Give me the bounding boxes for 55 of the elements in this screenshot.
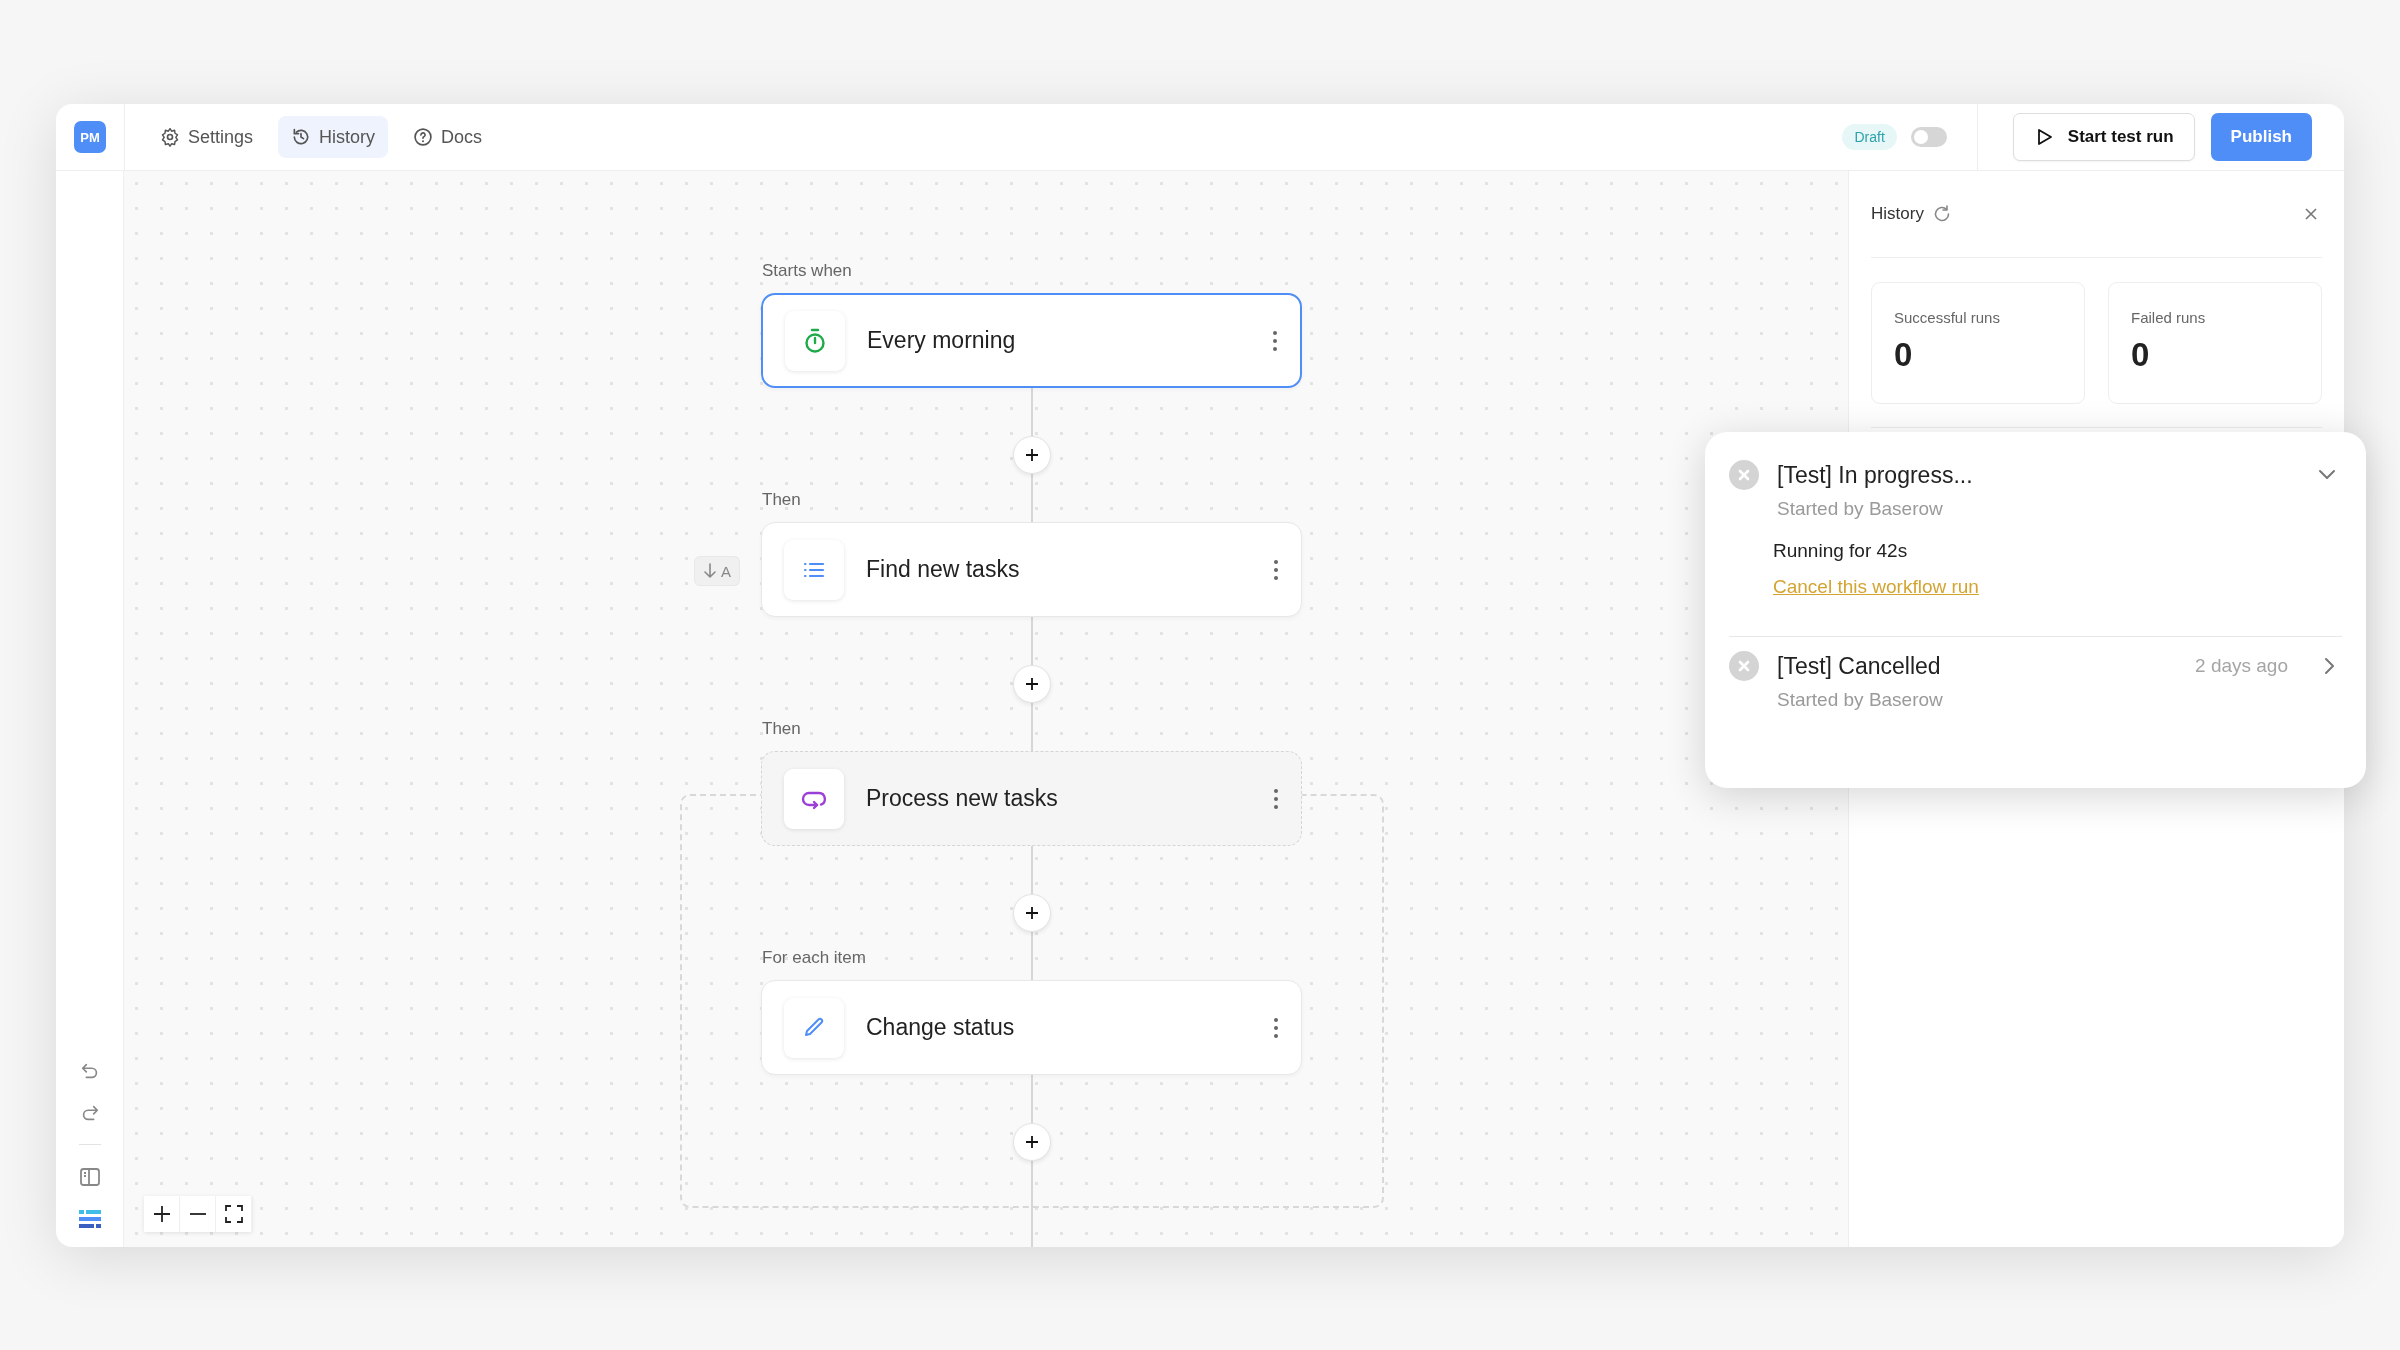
node-title: Every morning — [867, 327, 1017, 354]
help-icon — [413, 127, 434, 147]
nav-tab[interactable]: History — [278, 116, 389, 158]
stat-value: 0 — [2131, 336, 2151, 374]
step-label: Then — [762, 490, 801, 510]
more-options-icon — [1273, 1015, 1279, 1040]
more-options-icon — [1272, 328, 1278, 353]
fit-view-icon[interactable] — [216, 1196, 252, 1232]
run-author: Started by Baserow — [1777, 689, 1944, 711]
plus-icon — [1024, 1134, 1040, 1150]
node-title: Process new tasks — [866, 785, 1059, 812]
data-source-icon[interactable] — [78, 1209, 101, 1229]
draft-badge: Draft — [1842, 124, 1897, 150]
step-label: Starts when — [762, 261, 852, 281]
more-options-icon — [1273, 557, 1279, 582]
close-icon[interactable] — [2304, 207, 2318, 221]
workflow-node[interactable]: Find new tasks — [761, 522, 1302, 617]
nav-tab[interactable]: Settings — [147, 116, 267, 158]
plus-icon — [1024, 905, 1040, 921]
panel-title: History — [1871, 204, 1924, 224]
cancelled-status-icon — [1729, 651, 1759, 681]
start-test-run-button[interactable]: Start test run — [2012, 113, 2195, 161]
run-duration: Running for 42s — [1773, 540, 1909, 562]
node-title: Change status — [866, 1014, 1016, 1041]
nav-tab[interactable]: Docs — [400, 116, 496, 158]
stat-label: Failed runs — [2131, 309, 2207, 326]
run-title[interactable]: [Test] Cancelled — [1777, 652, 2178, 680]
more-options-icon — [1273, 786, 1279, 811]
run-author: Started by Baserow — [1777, 498, 1944, 520]
run-time: 2 days ago — [2195, 655, 2288, 677]
add-step-button[interactable] — [1013, 436, 1051, 474]
add-step-button[interactable] — [1013, 894, 1051, 932]
arrow-down-icon — [703, 563, 717, 579]
settings-icon — [160, 127, 180, 147]
plus-icon — [1024, 676, 1040, 692]
chevron-right-icon[interactable] — [2324, 657, 2336, 675]
stopwatch-icon — [803, 327, 827, 354]
zoom-out-icon[interactable] — [180, 1196, 216, 1232]
workflow-node[interactable]: Every morning — [761, 293, 1302, 388]
stat-label: Successful runs — [1894, 309, 2001, 326]
add-step-button[interactable] — [1013, 665, 1051, 703]
run-title[interactable]: [Test] In progress... — [1777, 461, 2300, 489]
workflow-node[interactable]: Change status — [761, 980, 1302, 1075]
side-panel-icon[interactable] — [77, 1165, 102, 1189]
plus-icon — [1024, 447, 1040, 463]
chevron-down-icon[interactable] — [2318, 469, 2336, 481]
step-label: For each item — [762, 948, 866, 968]
cancelled-status-icon — [1729, 460, 1759, 490]
node-title: Find new tasks — [866, 556, 1021, 583]
step-label: Then — [762, 719, 801, 739]
workflow-node[interactable]: Process new tasks — [761, 751, 1302, 846]
zoom-in-icon[interactable] — [144, 1196, 180, 1232]
toggle-switch[interactable] — [1910, 127, 1947, 147]
stat-value: 0 — [1894, 336, 1914, 374]
add-step-button[interactable] — [1013, 1123, 1051, 1161]
